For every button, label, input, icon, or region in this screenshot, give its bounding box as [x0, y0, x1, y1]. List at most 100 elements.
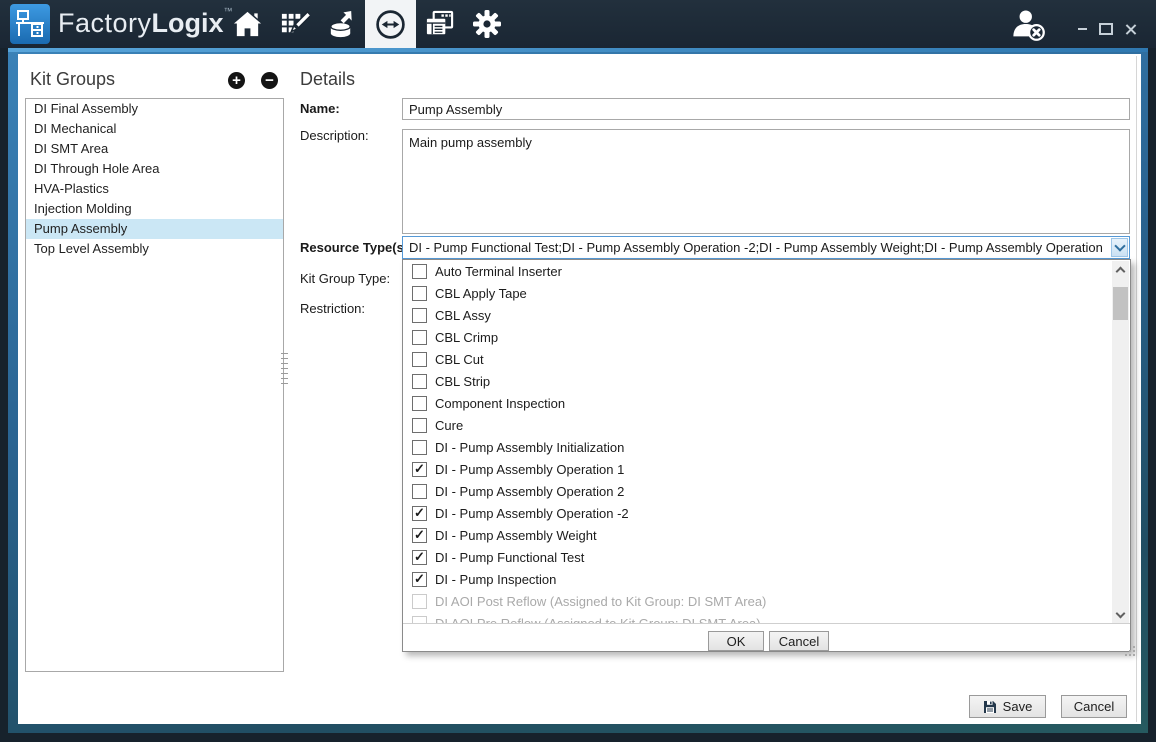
kit-groups-title: Kit Groups [30, 69, 115, 90]
checkbox-checked-icon[interactable] [412, 462, 427, 477]
resource-type-label: Resource Type(s): [300, 240, 412, 255]
save-button-label: Save [1003, 699, 1033, 714]
kit-group-type-label: Kit Group Type: [300, 271, 390, 286]
dropdown-option-label: Cure [435, 418, 463, 433]
checkbox-icon [412, 616, 427, 624]
kit-group-list-item[interactable]: Injection Molding [26, 199, 283, 219]
minimize-button[interactable] [1072, 19, 1092, 39]
kit-groups-list[interactable]: DI Final AssemblyDI MechanicalDI SMT Are… [25, 98, 284, 672]
close-icon [1125, 24, 1136, 35]
scroll-up-button[interactable] [1112, 261, 1129, 278]
app-window: FactoryLogix™ [0, 0, 1156, 742]
close-button[interactable] [1120, 19, 1140, 39]
dropdown-option-label: CBL Crimp [435, 330, 498, 345]
dropdown-option-label: DI - Pump Assembly Operation -2 [435, 506, 629, 521]
dropdown-option[interactable]: DI - Pump Assembly Operation 1 [403, 458, 1112, 480]
brand-factory: Factory [58, 8, 152, 38]
kit-group-list-item[interactable]: DI Through Hole Area [26, 159, 283, 179]
checkbox-checked-icon[interactable] [412, 506, 427, 521]
nav-settings[interactable] [463, 0, 510, 48]
app-logo [10, 4, 50, 44]
dropdown-option-label: CBL Apply Tape [435, 286, 527, 301]
details-title: Details [300, 69, 355, 90]
dropdown-option[interactable]: DI - Pump Assembly Initialization [403, 436, 1112, 458]
save-button[interactable]: Save [969, 695, 1046, 718]
dropdown-option[interactable]: DI - Pump Inspection [403, 568, 1112, 590]
checkbox-icon[interactable] [412, 264, 427, 279]
nav-transfer[interactable] [365, 0, 416, 48]
description-input[interactable]: Main pump assembly [402, 129, 1130, 234]
dropdown-option[interactable]: DI - Pump Assembly Weight [403, 524, 1112, 546]
nav-production[interactable] [271, 0, 318, 48]
dropdown-option[interactable]: Cure [403, 414, 1112, 436]
dropdown-option[interactable]: CBL Apply Tape [403, 282, 1112, 304]
footer-cancel-button[interactable]: Cancel [1061, 695, 1127, 718]
kit-group-list-item[interactable]: Top Level Assembly [26, 239, 283, 259]
maximize-button[interactable] [1096, 19, 1116, 39]
nav-home[interactable] [224, 0, 271, 48]
dropdown-option-label: CBL Cut [435, 352, 484, 367]
kit-group-list-item[interactable]: DI Final Assembly [26, 99, 283, 119]
settings-gear-icon [471, 8, 503, 40]
dropdown-option-label: DI AOI Pre Reflow (Assigned to Kit Group… [435, 616, 761, 624]
checkbox-icon[interactable] [412, 440, 427, 455]
checkbox-checked-icon[interactable] [412, 528, 427, 543]
dropdown-option[interactable]: Component Inspection [403, 392, 1112, 414]
dropdown-option: DI AOI Post Reflow (Assigned to Kit Grou… [403, 590, 1112, 612]
scroll-down-button[interactable] [1112, 606, 1129, 623]
dropdown-option-label: CBL Strip [435, 374, 490, 389]
dropdown-option-label: Component Inspection [435, 396, 565, 411]
popup-scrollbar[interactable] [1112, 261, 1129, 623]
dropdown-option[interactable]: Auto Terminal Inserter [403, 260, 1112, 282]
dropdown-option[interactable]: CBL Cut [403, 348, 1112, 370]
minimize-icon [1078, 28, 1087, 30]
form-right-border [1136, 56, 1137, 722]
titlebar: FactoryLogix™ [0, 0, 1156, 48]
scrollbar-thumb[interactable] [1113, 287, 1128, 320]
combobox-dropdown-button[interactable] [1111, 238, 1128, 257]
restriction-label: Restriction: [300, 301, 365, 316]
ok-button[interactable]: OK [708, 631, 764, 651]
kit-group-list-item[interactable]: DI Mechanical [26, 119, 283, 139]
titlebar-right [1010, 0, 1140, 48]
kit-group-list-item[interactable]: DI SMT Area [26, 139, 283, 159]
checkbox-icon[interactable] [412, 418, 427, 433]
popup-cancel-button[interactable]: Cancel [769, 631, 829, 651]
name-input[interactable] [402, 98, 1130, 120]
kit-group-list-item[interactable]: Pump Assembly [26, 219, 283, 239]
dropdown-option-label: DI - Pump Assembly Operation 1 [435, 462, 624, 477]
checkbox-icon[interactable] [412, 352, 427, 367]
checkbox-icon[interactable] [412, 484, 427, 499]
dropdown-option[interactable]: DI - Pump Assembly Operation -2 [403, 502, 1112, 524]
panel-splitter[interactable] [281, 353, 288, 384]
add-kit-group-button[interactable]: + [228, 72, 245, 89]
resource-type-options: Auto Terminal Inserter CBL Apply Tape CBL … [403, 260, 1112, 623]
kit-group-list-item[interactable]: HVA-Plastics [26, 179, 283, 199]
resize-grip[interactable] [1125, 646, 1127, 648]
checkbox-checked-icon[interactable] [412, 572, 427, 587]
remove-kit-group-button[interactable]: − [261, 72, 278, 89]
dropdown-option[interactable]: CBL Strip [403, 370, 1112, 392]
checkbox-icon[interactable] [412, 396, 427, 411]
nav-materials[interactable] [318, 0, 365, 48]
dropdown-option[interactable]: CBL Assy [403, 304, 1112, 326]
dropdown-option[interactable]: CBL Crimp [403, 326, 1112, 348]
user-logout-button[interactable] [1010, 6, 1046, 42]
checkbox-checked-icon[interactable] [412, 550, 427, 565]
resource-type-value: DI - Pump Functional Test;DI - Pump Asse… [409, 237, 1105, 258]
resource-type-combobox[interactable]: DI - Pump Functional Test;DI - Pump Asse… [402, 236, 1130, 259]
resource-type-popup: Auto Terminal Inserter CBL Apply Tape CBL … [402, 259, 1131, 652]
dropdown-option-label: DI - Pump Inspection [435, 572, 556, 587]
checkbox-icon[interactable] [412, 286, 427, 301]
nav-documents[interactable] [416, 0, 463, 48]
desk-logo-icon [14, 8, 46, 40]
dropdown-option-label: DI - Pump Assembly Operation 2 [435, 484, 624, 499]
dropdown-option[interactable]: DI - Pump Assembly Operation 2 [403, 480, 1112, 502]
dropdown-option[interactable]: DI - Pump Functional Test [403, 546, 1112, 568]
checkbox-icon[interactable] [412, 374, 427, 389]
name-label: Name: [300, 101, 340, 116]
checkbox-icon[interactable] [412, 308, 427, 323]
dropdown-option-label: DI AOI Post Reflow (Assigned to Kit Grou… [435, 594, 766, 609]
dropdown-option-label: Auto Terminal Inserter [435, 264, 562, 279]
checkbox-icon[interactable] [412, 330, 427, 345]
